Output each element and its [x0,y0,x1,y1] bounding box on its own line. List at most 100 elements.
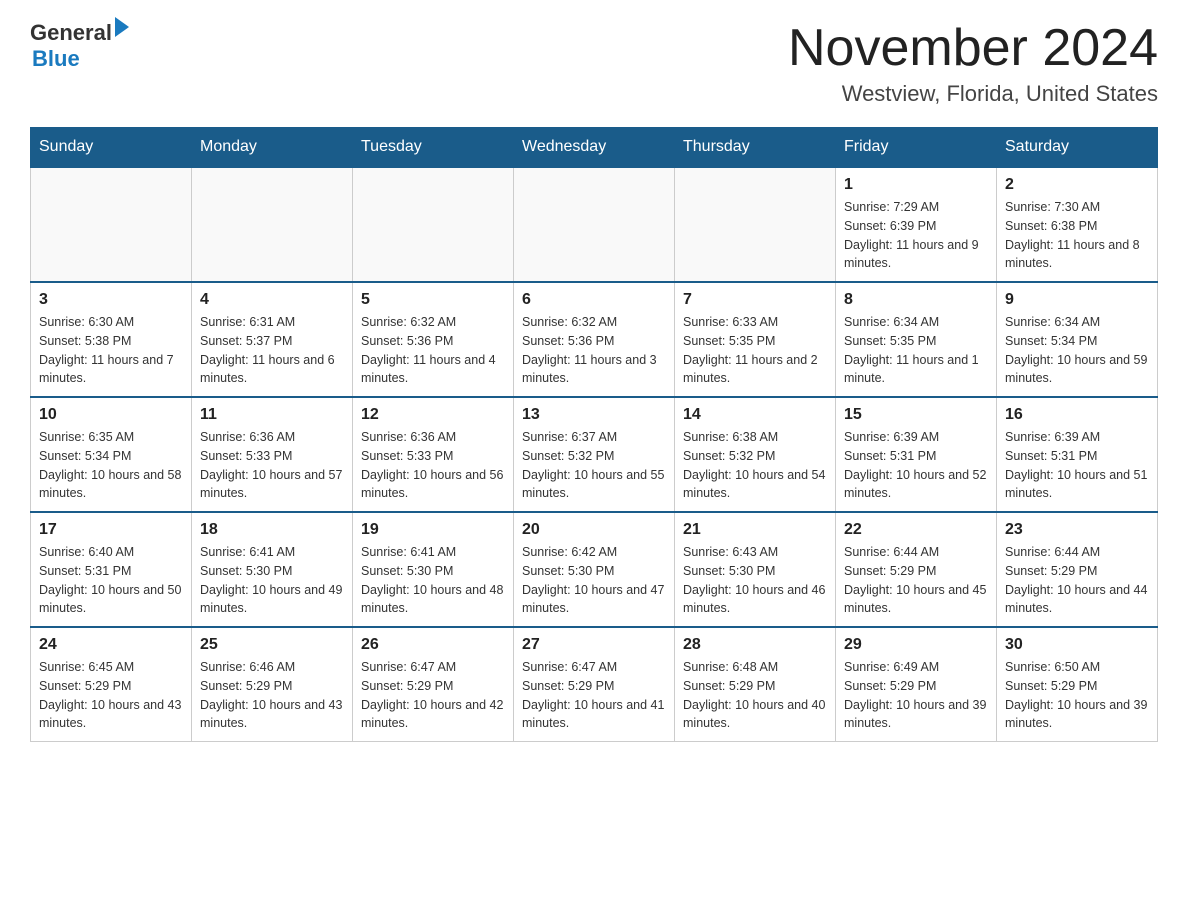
week-row-5: 24 Sunrise: 6:45 AM Sunset: 5:29 PM Dayli… [31,627,1158,742]
calendar-cell: 16 Sunrise: 6:39 AM Sunset: 5:31 PM Dayli… [997,397,1158,512]
day-info: Sunrise: 6:44 AM Sunset: 5:29 PM Dayligh… [1005,543,1149,618]
day-info: Sunrise: 6:44 AM Sunset: 5:29 PM Dayligh… [844,543,988,618]
week-row-4: 17Sunrise: 6:40 AM Sunset: 5:31 PM Dayli… [31,512,1158,627]
day-info: Sunrise: 6:31 AM Sunset: 5:37 PM Dayligh… [200,313,344,388]
day-info: Sunrise: 6:33 AM Sunset: 5:35 PM Dayligh… [683,313,827,388]
day-number: 15 [844,406,988,424]
calendar-cell: 15 Sunrise: 6:39 AM Sunset: 5:31 PM Dayli… [836,397,997,512]
header-thursday: Thursday [675,128,836,168]
calendar-cell: 10Sunrise: 6:35 AM Sunset: 5:34 PM Dayli… [31,397,192,512]
day-number: 9 [1005,291,1149,309]
day-number: 25 [200,636,344,654]
calendar-cell: 18 Sunrise: 6:41 AM Sunset: 5:30 PM Dayli… [192,512,353,627]
day-info: Sunrise: 7:29 AM Sunset: 6:39 PM Dayligh… [844,198,988,273]
day-info: Sunrise: 6:45 AM Sunset: 5:29 PM Dayligh… [39,658,183,733]
day-info: Sunrise: 6:49 AM Sunset: 5:29 PM Dayligh… [844,658,988,733]
logo: General Blue [30,20,129,72]
page-title: November 2024 [788,20,1158,77]
day-number: 13 [522,406,666,424]
day-number: 22 [844,521,988,539]
day-number: 30 [1005,636,1149,654]
calendar-cell: 11 Sunrise: 6:36 AM Sunset: 5:33 PM Dayli… [192,397,353,512]
day-number: 27 [522,636,666,654]
day-number: 29 [844,636,988,654]
calendar-cell: 29 Sunrise: 6:49 AM Sunset: 5:29 PM Dayli… [836,627,997,742]
header-saturday: Saturday [997,128,1158,168]
header-monday: Monday [192,128,353,168]
day-number: 11 [200,406,344,424]
day-info: Sunrise: 6:35 AM Sunset: 5:34 PM Dayligh… [39,428,183,503]
calendar-table: SundayMondayTuesdayWednesdayThursdayFrid… [30,127,1158,742]
day-info: Sunrise: 6:34 AM Sunset: 5:34 PM Dayligh… [1005,313,1149,388]
calendar-cell: 25 Sunrise: 6:46 AM Sunset: 5:29 PM Dayli… [192,627,353,742]
week-row-3: 10Sunrise: 6:35 AM Sunset: 5:34 PM Dayli… [31,397,1158,512]
header-friday: Friday [836,128,997,168]
day-info: Sunrise: 6:50 AM Sunset: 5:29 PM Dayligh… [1005,658,1149,733]
day-number: 24 [39,636,183,654]
day-number: 1 [844,176,988,194]
day-number: 12 [361,406,505,424]
day-number: 2 [1005,176,1149,194]
calendar-cell [31,167,192,282]
day-info: Sunrise: 6:39 AM Sunset: 5:31 PM Dayligh… [844,428,988,503]
calendar-cell: 7 Sunrise: 6:33 AM Sunset: 5:35 PM Daylig… [675,282,836,397]
day-info: Sunrise: 6:41 AM Sunset: 5:30 PM Dayligh… [361,543,505,618]
day-info: Sunrise: 6:43 AM Sunset: 5:30 PM Dayligh… [683,543,827,618]
day-info: Sunrise: 6:39 AM Sunset: 5:31 PM Dayligh… [1005,428,1149,503]
day-number: 6 [522,291,666,309]
day-number: 3 [39,291,183,309]
calendar-cell: 24 Sunrise: 6:45 AM Sunset: 5:29 PM Dayli… [31,627,192,742]
day-info: Sunrise: 6:46 AM Sunset: 5:29 PM Dayligh… [200,658,344,733]
logo-arrow-icon [115,17,129,37]
header-tuesday: Tuesday [353,128,514,168]
day-info: Sunrise: 6:36 AM Sunset: 5:33 PM Dayligh… [200,428,344,503]
calendar-cell: 6 Sunrise: 6:32 AM Sunset: 5:36 PM Daylig… [514,282,675,397]
calendar-cell [514,167,675,282]
calendar-cell: 28Sunrise: 6:48 AM Sunset: 5:29 PM Dayli… [675,627,836,742]
day-number: 26 [361,636,505,654]
day-number: 18 [200,521,344,539]
day-number: 7 [683,291,827,309]
calendar-cell: 4Sunrise: 6:31 AM Sunset: 5:37 PM Daylig… [192,282,353,397]
day-number: 21 [683,521,827,539]
calendar-cell: 26 Sunrise: 6:47 AM Sunset: 5:29 PM Dayli… [353,627,514,742]
header-sunday: Sunday [31,128,192,168]
logo-blue: Blue [32,46,129,72]
calendar-cell [675,167,836,282]
calendar-cell: 30 Sunrise: 6:50 AM Sunset: 5:29 PM Dayli… [997,627,1158,742]
week-row-2: 3 Sunrise: 6:30 AM Sunset: 5:38 PM Daylig… [31,282,1158,397]
calendar-header-row: SundayMondayTuesdayWednesdayThursdayFrid… [31,128,1158,168]
title-area: November 2024 Westview, Florida, United … [788,20,1158,107]
calendar-cell: 13Sunrise: 6:37 AM Sunset: 5:32 PM Dayli… [514,397,675,512]
day-number: 19 [361,521,505,539]
calendar-cell [192,167,353,282]
day-info: Sunrise: 6:36 AM Sunset: 5:33 PM Dayligh… [361,428,505,503]
calendar-cell: 9 Sunrise: 6:34 AM Sunset: 5:34 PM Daylig… [997,282,1158,397]
day-number: 8 [844,291,988,309]
calendar-cell: 12 Sunrise: 6:36 AM Sunset: 5:33 PM Dayli… [353,397,514,512]
calendar-cell: 21 Sunrise: 6:43 AM Sunset: 5:30 PM Dayli… [675,512,836,627]
day-info: Sunrise: 7:30 AM Sunset: 6:38 PM Dayligh… [1005,198,1149,273]
day-info: Sunrise: 6:47 AM Sunset: 5:29 PM Dayligh… [361,658,505,733]
day-info: Sunrise: 6:48 AM Sunset: 5:29 PM Dayligh… [683,658,827,733]
calendar-cell: 22 Sunrise: 6:44 AM Sunset: 5:29 PM Dayli… [836,512,997,627]
day-info: Sunrise: 6:32 AM Sunset: 5:36 PM Dayligh… [361,313,505,388]
calendar-cell: 14Sunrise: 6:38 AM Sunset: 5:32 PM Dayli… [675,397,836,512]
day-info: Sunrise: 6:32 AM Sunset: 5:36 PM Dayligh… [522,313,666,388]
day-number: 23 [1005,521,1149,539]
calendar-cell: 17Sunrise: 6:40 AM Sunset: 5:31 PM Dayli… [31,512,192,627]
day-info: Sunrise: 6:47 AM Sunset: 5:29 PM Dayligh… [522,658,666,733]
calendar-cell: 1 Sunrise: 7:29 AM Sunset: 6:39 PM Daylig… [836,167,997,282]
calendar-cell: 27 Sunrise: 6:47 AM Sunset: 5:29 PM Dayli… [514,627,675,742]
calendar-cell: 20Sunrise: 6:42 AM Sunset: 5:30 PM Dayli… [514,512,675,627]
calendar-cell: 5 Sunrise: 6:32 AM Sunset: 5:36 PM Daylig… [353,282,514,397]
day-info: Sunrise: 6:40 AM Sunset: 5:31 PM Dayligh… [39,543,183,618]
day-number: 14 [683,406,827,424]
day-info: Sunrise: 6:42 AM Sunset: 5:30 PM Dayligh… [522,543,666,618]
day-info: Sunrise: 6:30 AM Sunset: 5:38 PM Dayligh… [39,313,183,388]
header: General Blue November 2024 Westview, Flo… [30,20,1158,107]
page-subtitle: Westview, Florida, United States [788,81,1158,107]
day-info: Sunrise: 6:41 AM Sunset: 5:30 PM Dayligh… [200,543,344,618]
day-number: 16 [1005,406,1149,424]
day-number: 5 [361,291,505,309]
